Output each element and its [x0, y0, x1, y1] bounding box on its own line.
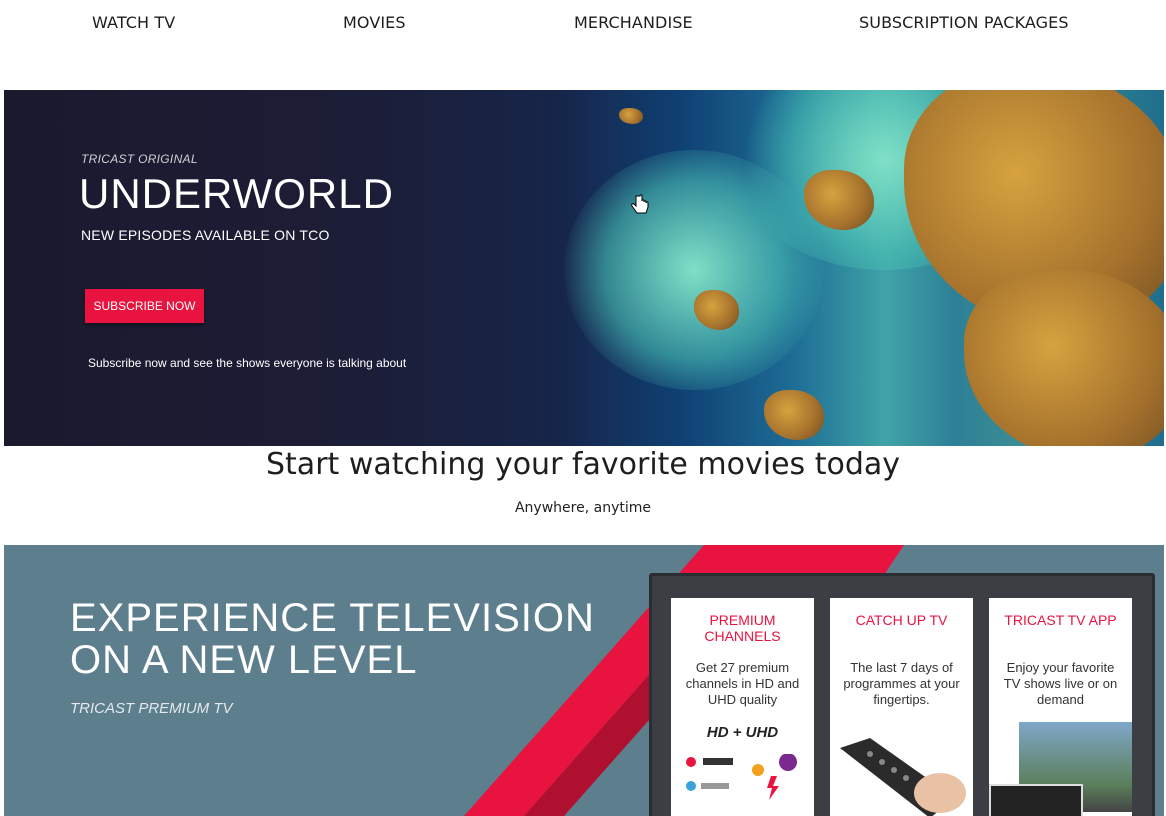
nav-merchandise[interactable]: MERCHANDISE — [574, 13, 693, 32]
banner-title: EXPERIENCE TELEVISION ON A NEW LEVEL — [70, 597, 630, 681]
channel-logos-icon — [686, 754, 797, 800]
hero-landmass — [964, 270, 1164, 446]
card-catch-up-tv[interactable]: CATCH UP TV The last 7 days of programme… — [830, 598, 973, 816]
card-premium-channels[interactable]: PREMIUM CHANNELS Get 27 premium channels… — [671, 598, 814, 816]
page-headline: Start watching your favorite movies toda… — [266, 447, 900, 482]
tv-monitor: PREMIUM CHANNELS Get 27 premium channels… — [649, 573, 1155, 816]
nav-movies[interactable]: MOVIES — [343, 13, 406, 32]
hero-title: UNDERWORLD — [79, 170, 394, 217]
card-body: Enjoy your favorite TV shows live or on … — [1003, 660, 1118, 707]
hero-eyebrow: TRICAST ORIGINAL — [81, 152, 198, 166]
premium-banner: EXPERIENCE TELEVISION ON A NEW LEVEL TRI… — [4, 545, 1164, 816]
banner-title-line1: EXPERIENCE TELEVISION — [70, 596, 595, 640]
page-tagline: Anywhere, anytime — [514, 500, 651, 516]
phone-preview-image — [989, 784, 1083, 816]
hero-banner: TRICAST ORIGINAL UNDERWORLD NEW EPISODES… — [4, 90, 1164, 446]
card-body: The last 7 days of programmes at your fi… — [843, 660, 960, 707]
hero-island — [619, 108, 643, 124]
subscribe-now-button[interactable]: SUBSCRIBE NOW — [85, 289, 204, 323]
hero-tagline: Subscribe now and see the shows everyone… — [88, 356, 407, 370]
banner-subtitle: TRICAST PREMIUM TV — [70, 700, 233, 717]
hero-island — [764, 390, 824, 440]
nav-subscription-packages[interactable]: SUBSCRIPTION PACKAGES — [859, 13, 1069, 32]
banner-title-line2: ON A NEW LEVEL — [70, 638, 418, 682]
hd-uhd-badge: HD + UHD — [706, 724, 779, 741]
card-title: PREMIUM CHANNELS — [704, 612, 781, 644]
nav-watch-tv[interactable]: WATCH TV — [92, 13, 175, 32]
card-body: Get 27 premium channels in HD and UHD qu… — [685, 660, 800, 707]
card-title: CATCH UP TV — [855, 612, 948, 628]
remote-control-icon — [840, 738, 966, 816]
top-nav: WATCH TV MOVIES MERCHANDISE SUBSCRIPTION… — [0, 0, 1166, 48]
card-title: TRICAST TV APP — [1004, 612, 1117, 628]
hand-cursor-icon — [631, 194, 649, 214]
hero-subtitle: NEW EPISODES AVAILABLE ON TCO — [81, 227, 330, 243]
card-tricast-tv-app[interactable]: TRICAST TV APP Enjoy your favorite TV sh… — [989, 598, 1132, 816]
